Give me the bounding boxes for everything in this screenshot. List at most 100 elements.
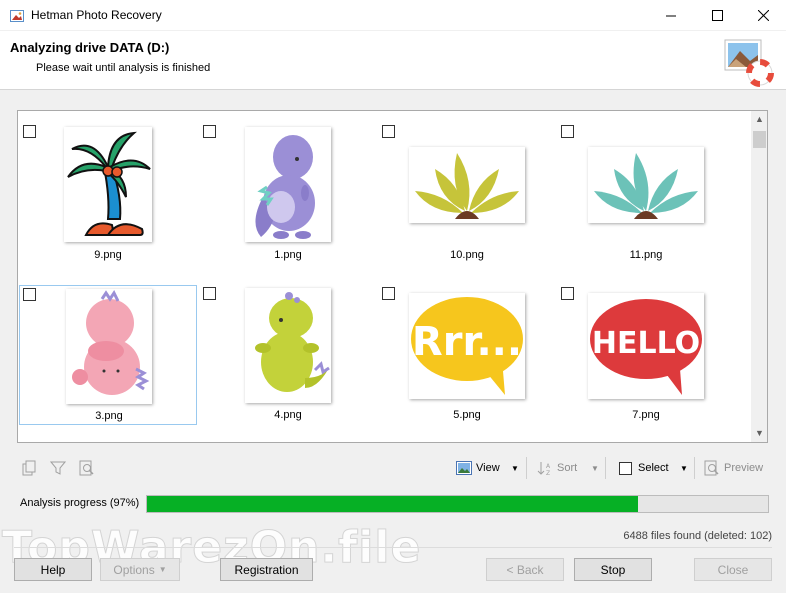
file-item[interactable]: 1.png [199, 112, 377, 261]
options-dropdown-icon: ▼ [158, 565, 167, 574]
file-checkbox[interactable] [23, 125, 36, 138]
file-checkbox[interactable] [561, 125, 574, 138]
divider [14, 547, 772, 548]
file-search-icon[interactable] [78, 459, 96, 477]
file-checkbox[interactable] [382, 287, 395, 300]
toolbar-divider [605, 457, 606, 479]
scroll-down-icon[interactable]: ▼ [751, 425, 767, 442]
preview-label: Preview [724, 462, 764, 474]
file-checkbox[interactable] [23, 288, 36, 301]
minimize-button[interactable] [648, 0, 694, 31]
select-label: Select [638, 462, 669, 474]
preview-button[interactable]: Preview [704, 457, 763, 479]
page-title: Analyzing drive DATA (D:) [10, 40, 170, 55]
app-icon [10, 10, 24, 22]
file-name: 5.png [453, 409, 481, 421]
green-dinosaur-icon [255, 292, 331, 392]
close-icon [757, 10, 769, 21]
pink-dinosaur-icon [72, 290, 150, 395]
close-label: Close [717, 562, 749, 577]
toolbar-divider [694, 457, 695, 479]
select-checkbox-icon [619, 461, 632, 475]
file-name: 1.png [274, 249, 302, 261]
svg-text:Z: Z [546, 470, 550, 476]
file-name: 7.png [632, 409, 660, 421]
back-label: < Back [506, 562, 544, 577]
bottom-toolbar: View ▼ AZ Sort ▼ Select ▼ Preview [0, 455, 786, 481]
file-thumbnail[interactable]: Rrr... [408, 287, 526, 404]
purple-dinosaur-icon [255, 135, 315, 239]
file-item[interactable]: 11.png [557, 112, 735, 261]
file-name: 10.png [450, 249, 484, 261]
page-subtitle: Please wait until analysis is finished [36, 62, 211, 74]
progress-fill [147, 496, 638, 512]
wizard-header: Analyzing drive DATA (D:) Please wait un… [0, 31, 786, 90]
file-checkbox[interactable] [561, 287, 574, 300]
svg-text:A: A [546, 463, 551, 470]
stop-button[interactable]: Stop [574, 558, 652, 581]
bubble-text: HELLO [592, 326, 700, 361]
sort-icon: AZ [537, 462, 551, 476]
select-button[interactable]: Select [619, 457, 669, 479]
file-thumbnail[interactable] [64, 288, 154, 405]
file-name: 11.png [629, 249, 663, 261]
help-button[interactable]: Help [14, 558, 92, 581]
view-dropdown-icon[interactable]: ▼ [509, 457, 521, 479]
progress-label: Analysis progress (97%) [20, 497, 140, 509]
analysis-progress-bar [146, 495, 769, 513]
file-grid-panel: 9.png 1.png 10.png 11.png 3.png 4.png Rr… [17, 110, 768, 443]
maximize-button[interactable] [694, 0, 740, 31]
window-title: Hetman Photo Recovery [31, 8, 162, 22]
file-name: 9.png [94, 249, 122, 261]
stop-label: Stop [600, 562, 626, 577]
rrr-speech-bubble-icon: Rrr... [411, 296, 523, 395]
photo-recovery-logo-icon [724, 39, 774, 87]
file-item[interactable]: 9.png [19, 112, 197, 261]
scroll-up-icon[interactable]: ▲ [751, 111, 767, 128]
registration-button[interactable]: Registration [220, 558, 313, 581]
file-item[interactable]: HELLO 7.png [557, 285, 735, 425]
close-button[interactable]: Close [694, 558, 772, 581]
hello-speech-bubble-icon: HELLO [590, 298, 702, 395]
maximize-icon [711, 10, 723, 21]
file-item[interactable]: 4.png [199, 285, 377, 425]
file-thumbnail[interactable] [63, 126, 153, 243]
options-button[interactable]: Options ▼ [100, 558, 180, 581]
file-checkbox[interactable] [203, 125, 216, 138]
sort-button[interactable]: AZ Sort [537, 457, 577, 479]
help-label: Help [40, 562, 66, 577]
view-label: View [476, 462, 500, 474]
vertical-scrollbar[interactable]: ▲ ▼ [751, 111, 767, 442]
file-thumbnail[interactable] [408, 126, 526, 243]
copy-files-icon[interactable] [20, 459, 38, 477]
file-item[interactable]: Rrr... 5.png [378, 285, 556, 425]
file-thumbnail[interactable] [243, 126, 333, 243]
file-item[interactable]: 3.png [19, 285, 197, 425]
close-window-button[interactable] [740, 0, 786, 31]
options-label: Options [113, 562, 155, 577]
file-checkbox[interactable] [203, 287, 216, 300]
file-thumbnail[interactable] [587, 126, 705, 243]
file-name: 4.png [274, 409, 302, 421]
view-button[interactable]: View [456, 457, 500, 479]
file-thumbnail[interactable]: HELLO [587, 287, 705, 404]
files-found-status: 6488 files found (deleted: 102) [623, 530, 772, 542]
filter-icon[interactable] [49, 459, 67, 477]
file-checkbox[interactable] [382, 125, 395, 138]
sort-dropdown-icon[interactable]: ▼ [589, 457, 601, 479]
file-item[interactable]: 10.png [378, 112, 556, 261]
file-name: 3.png [95, 410, 123, 422]
palm-tree-icon [67, 131, 151, 236]
file-grid: 9.png 1.png 10.png 11.png 3.png 4.png Rr… [18, 111, 751, 442]
toolbar-divider [526, 457, 527, 479]
select-dropdown-icon[interactable]: ▼ [678, 457, 690, 479]
teal-leaves-icon [594, 152, 698, 219]
file-thumbnail[interactable] [243, 287, 333, 404]
scrollbar-thumb[interactable] [753, 131, 766, 148]
sort-label: Sort [557, 462, 578, 474]
back-button[interactable]: < Back [486, 558, 564, 581]
title-bar: Hetman Photo Recovery [0, 0, 786, 31]
registration-label: Registration [234, 562, 299, 577]
view-icon [456, 461, 472, 475]
olive-leaves-icon [415, 152, 519, 219]
